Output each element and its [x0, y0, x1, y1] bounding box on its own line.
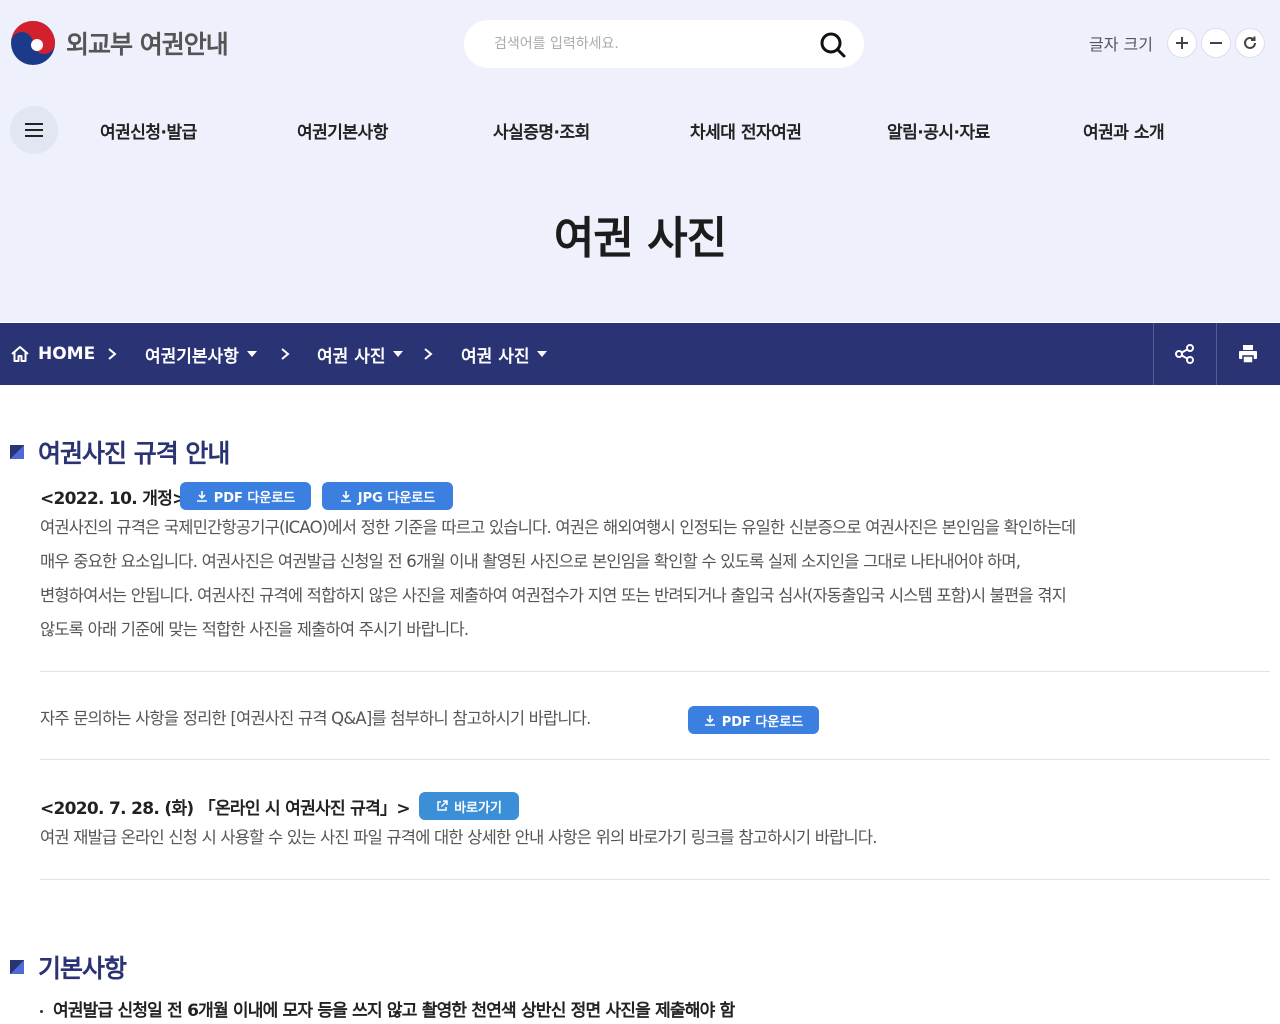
breadcrumb-item-2[interactable]: 여권 사진 — [317, 323, 404, 385]
divider — [40, 671, 1270, 672]
breadcrumb-label: 여권 사진 — [461, 346, 530, 367]
section-bullet-icon — [10, 960, 24, 974]
taegeuk-logo-icon — [10, 20, 56, 66]
breadcrumb-home[interactable]: HOME — [10, 323, 95, 385]
revision-label: <2022. 10. 개정> — [40, 489, 186, 509]
refresh-icon[interactable] — [1234, 28, 1265, 58]
qa-line: 자주 문의하는 사항을 정리한 [여권사진 규격 Q&A]를 첨부하니 참고하시… — [40, 709, 591, 728]
section-title: 여권사진 규격 안내 — [38, 439, 230, 468]
shortcut-link-button[interactable]: 바로가기 — [419, 792, 519, 820]
online-spec-title: <2020. 7. 28. (화) 「온라인 시 여권사진 규격」> — [40, 799, 411, 819]
site-logo[interactable]: 외교부 여권안내 — [10, 20, 229, 66]
download-icon — [340, 491, 351, 502]
chevron-right-icon — [424, 348, 433, 360]
nav-item-e-passport[interactable]: 차세대 전자여권 — [690, 118, 802, 143]
caret-down-icon — [246, 351, 257, 357]
font-size-label: 글자 크기 — [1089, 35, 1153, 54]
button-label: PDF 다운로드 — [213, 490, 296, 506]
external-link-icon — [437, 800, 448, 811]
pdf-download-button[interactable]: PDF 다운로드 — [180, 482, 311, 510]
button-label: 바로가기 — [454, 800, 502, 816]
home-icon — [11, 346, 29, 362]
basics-bullet-item: 여권발급 신청일 전 6개월 이내에 모자 등을 쓰지 않고 촬영한 천연색 상… — [40, 996, 735, 1021]
paragraph-line: 여권사진의 규격은 국제민간항공기구(ICAO)에서 정한 기준을 따르고 있습… — [40, 518, 1076, 537]
button-label: JPG 다운로드 — [357, 490, 436, 506]
nav-item-about[interactable]: 여권과 소개 — [1083, 118, 1165, 143]
paragraph-line: 매우 중요한 요소입니다. 여권사진은 여권발급 신청일 전 6개월 이내 촬영… — [40, 552, 1021, 571]
download-icon — [196, 491, 207, 502]
header-area: 외교부 여권안내 글자 크기 여권신청·발급 여권기본사항 사실증명·조회 차세… — [0, 0, 1280, 322]
bullet-text: 여권발급 신청일 전 6개월 이내에 모자 등을 쓰지 않고 촬영한 천연색 상… — [53, 1001, 735, 1021]
chevron-right-icon — [108, 348, 117, 360]
breadcrumb: HOME 여권기본사항 여권 사진 여권 사진 — [0, 323, 1280, 385]
breadcrumb-item-1[interactable]: 여권기본사항 — [145, 323, 257, 385]
nav-item-passport-basics[interactable]: 여권기본사항 — [297, 118, 388, 143]
section-bullet-icon — [10, 445, 24, 459]
paragraph-line: 않도록 아래 기준에 맞는 적합한 사진을 제출하여 주시기 바랍니다. — [40, 620, 469, 639]
font-size-control: 글자 크기 — [1089, 28, 1265, 58]
share-icon — [1175, 344, 1194, 364]
divider — [40, 759, 1270, 760]
paragraph-line: 변형하여서는 안됩니다. 여권사진 규격에 적합하지 않은 사진을 제출하여 여… — [40, 586, 1067, 605]
caret-down-icon — [393, 351, 404, 357]
caret-down-icon — [537, 351, 548, 357]
search-icon[interactable] — [818, 30, 848, 60]
breadcrumb-home-label: HOME — [38, 344, 96, 364]
section-heading-photo-spec: 여권사진 규격 안내 — [10, 434, 230, 470]
bullet-dot-icon — [40, 1009, 43, 1013]
share-button[interactable] — [1153, 323, 1216, 385]
breadcrumb-label: 여권기본사항 — [145, 346, 239, 367]
breadcrumb-label: 여권 사진 — [317, 346, 386, 367]
divider — [40, 879, 1270, 880]
print-icon — [1239, 345, 1257, 364]
qa-pdf-download-button[interactable]: PDF 다운로드 — [688, 706, 819, 734]
button-label: PDF 다운로드 — [721, 714, 804, 730]
nav-item-certificate-inquiry[interactable]: 사실증명·조회 — [493, 118, 590, 143]
plus-icon[interactable] — [1166, 28, 1197, 58]
nav-item-passport-application[interactable]: 여권신청·발급 — [100, 118, 197, 143]
hamburger-icon[interactable] — [10, 106, 58, 154]
breadcrumb-item-3[interactable]: 여권 사진 — [461, 323, 548, 385]
logo-text: 외교부 여권안내 — [66, 30, 229, 59]
print-button[interactable] — [1216, 323, 1279, 385]
chevron-right-icon — [281, 348, 290, 360]
page-title: 여권 사진 — [553, 213, 727, 264]
section-heading-basics: 기본사항 — [10, 949, 127, 985]
online-line: 여권 재발급 온라인 신청 시 사용할 수 있는 사진 파일 규격에 대한 상세… — [40, 828, 877, 847]
photo-spec-paragraph: 여권사진의 규격은 국제민간항공기구(ICAO)에서 정한 기준을 따르고 있습… — [40, 511, 1270, 647]
online-spec-text: 여권 재발급 온라인 신청 시 사용할 수 있는 사진 파일 규격에 대한 상세… — [40, 821, 1270, 855]
search-input[interactable] — [494, 32, 794, 56]
section-title: 기본사항 — [38, 954, 127, 983]
nav-item-notices[interactable]: 알림·공시·자료 — [887, 118, 990, 143]
minus-icon[interactable] — [1200, 28, 1231, 58]
search-box — [464, 20, 864, 68]
jpg-download-button[interactable]: JPG 다운로드 — [322, 482, 453, 510]
qa-text: 자주 문의하는 사항을 정리한 [여권사진 규격 Q&A]를 첨부하니 참고하시… — [40, 702, 1270, 736]
download-icon — [704, 715, 715, 726]
